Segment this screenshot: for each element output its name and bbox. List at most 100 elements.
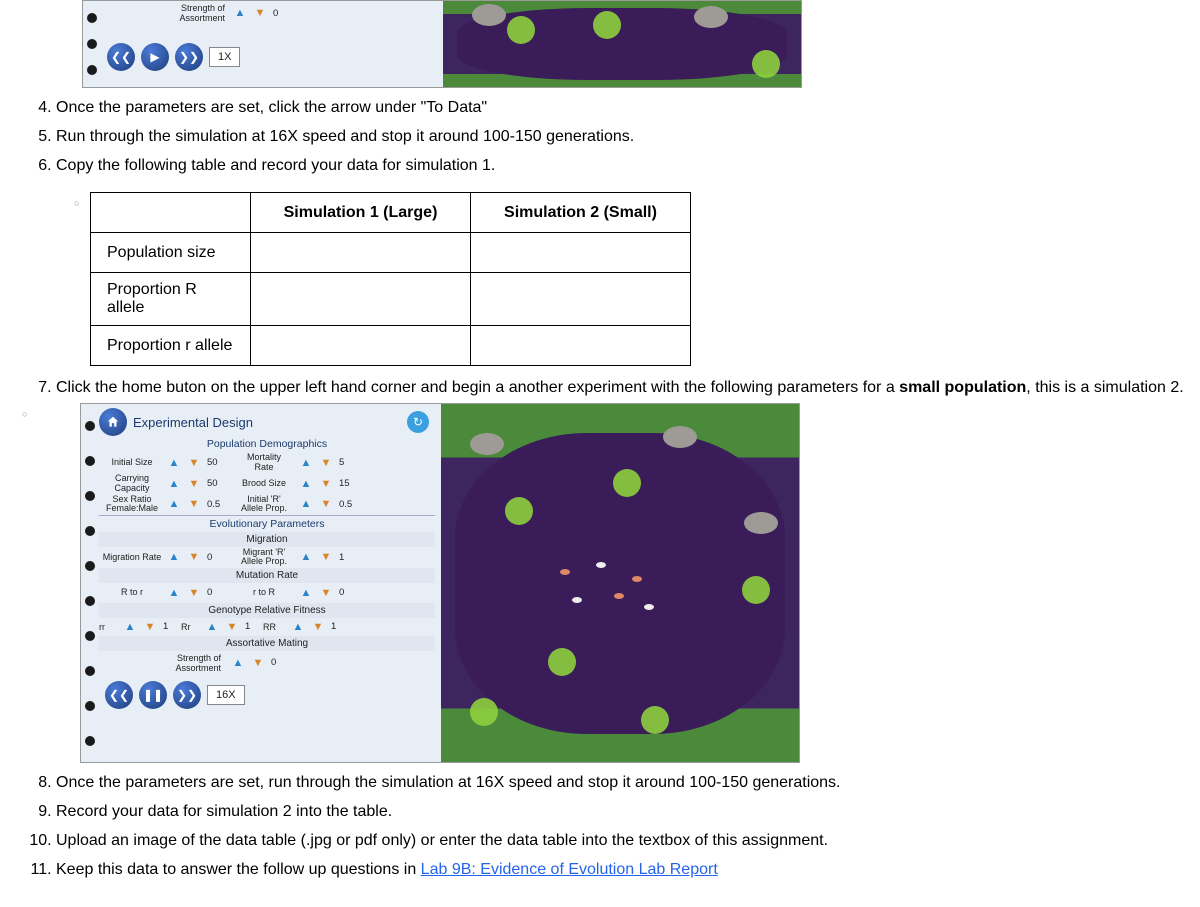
migrant-r-prop-label: Migrant 'R' Allele Prop. [231, 548, 297, 567]
arrow-up-icon[interactable]: ▲ [297, 548, 315, 566]
speed-indicator[interactable]: 16X [207, 685, 245, 705]
arrow-up-icon[interactable]: ▲ [165, 584, 183, 602]
arrow-up-icon[interactable]: ▲ [165, 475, 183, 493]
mortality-value: 5 [337, 457, 363, 468]
arrow-down-icon[interactable]: ▼ [317, 475, 335, 493]
arrow-down-icon[interactable]: ▼ [185, 584, 203, 602]
step-5: Run through the simulation at 16X speed … [56, 123, 1200, 152]
RR-value: 1 [329, 621, 349, 632]
table-cell[interactable] [251, 233, 471, 273]
table-cell[interactable] [251, 273, 471, 326]
rr-value: 1 [161, 621, 181, 632]
step-11: Keep this data to answer the follow up q… [56, 856, 1200, 885]
arrow-down-icon[interactable]: ▼ [185, 548, 203, 566]
Rr-value: 1 [243, 621, 263, 632]
table-header-sim2: Simulation 2 (Small) [471, 193, 691, 233]
section-demographics: Population Demographics [99, 436, 435, 452]
table-row-label: Population size [91, 233, 251, 273]
home-button[interactable] [99, 408, 127, 436]
lab-report-link[interactable]: Lab 9B: Evidence of Evolution Lab Report [421, 861, 718, 878]
Rr-label: Rr [181, 622, 203, 632]
decorative-dots [81, 404, 99, 762]
home-icon [106, 415, 120, 429]
section-migration: Migration [99, 532, 435, 547]
step-4: Once the parameters are set, click the a… [56, 94, 1200, 123]
arrow-up-icon[interactable]: ▲ [297, 454, 315, 472]
arrow-up-icon[interactable]: ▲ [297, 495, 315, 513]
carrying-capacity-value: 50 [205, 478, 231, 489]
arrow-down-icon[interactable]: ▼ [223, 618, 241, 636]
panel-title: Experimental Design [133, 415, 253, 430]
sex-ratio-value: 0.5 [205, 499, 231, 510]
arrow-down-icon[interactable]: ▼ [309, 618, 327, 636]
r-to-r-lower-label: R to r [99, 588, 165, 597]
arrow-up-icon[interactable]: ▲ [165, 548, 183, 566]
section-assortative: Assortative Mating [99, 636, 435, 651]
table-header-sim1: Simulation 1 (Large) [251, 193, 471, 233]
step-6: Copy the following table and record your… [56, 152, 1200, 181]
rewind-button[interactable]: ❮❮ [107, 43, 135, 71]
arrow-down-icon[interactable]: ▼ [185, 475, 203, 493]
step-8: Once the parameters are set, run through… [56, 769, 1200, 798]
arrow-up-icon[interactable]: ▲ [229, 654, 247, 672]
section-evolutionary: Evolutionary Parameters [99, 515, 435, 532]
migration-rate-label: Migration Rate [99, 553, 165, 562]
forward-button[interactable]: ❯❯ [175, 43, 203, 71]
arrow-up-icon[interactable]: ▲ [165, 454, 183, 472]
r-to-r-upper-label: r to R [231, 588, 297, 597]
speed-indicator[interactable]: 1X [209, 47, 240, 67]
arrow-down-icon[interactable]: ▼ [249, 654, 267, 672]
brood-size-value: 15 [337, 478, 363, 489]
brood-size-label: Brood Size [231, 479, 297, 488]
simulation-screenshot-2: Experimental Design ↻ Population Demogra… [80, 403, 800, 763]
arrow-up-icon[interactable]: ▲ [165, 495, 183, 513]
step-10: Upload an image of the data table (.jpg … [56, 827, 1200, 856]
RR-label: RR [263, 622, 289, 632]
arrow-up-icon[interactable]: ▲ [297, 584, 315, 602]
mortality-label: Mortality Rate [231, 453, 297, 472]
table-cell[interactable] [471, 233, 691, 273]
assortment-label: Strength of Assortment [99, 653, 229, 673]
arrow-down-icon[interactable]: ▼ [141, 618, 159, 636]
table-row-label: Proportion R allele [91, 273, 251, 326]
step-9: Record your data for simulation 2 into t… [56, 798, 1200, 827]
arrow-down-icon[interactable]: ▼ [317, 454, 335, 472]
rewind-button[interactable]: ❮❮ [105, 681, 133, 709]
arrow-up-icon[interactable]: ▲ [297, 475, 315, 493]
arrow-down-icon[interactable]: ▼ [317, 495, 335, 513]
forward-button[interactable]: ❯❯ [173, 681, 201, 709]
pond-visual [443, 1, 801, 87]
table-cell[interactable] [251, 326, 471, 366]
instruction-list: Once the parameters are set, click the a… [0, 94, 1200, 180]
play-button[interactable]: ▶ [141, 43, 169, 71]
arrow-down-icon[interactable]: ▼ [185, 454, 203, 472]
rr-label: rr [99, 622, 121, 632]
r-to-r-lower-value: 0 [205, 587, 231, 598]
initial-r-allele-value: 0.5 [337, 499, 363, 510]
table-blank-header [91, 193, 251, 233]
pond-visual [441, 404, 799, 762]
arrow-up-icon[interactable]: ▲ [203, 618, 221, 636]
r-to-r-upper-value: 0 [337, 587, 363, 598]
refresh-button[interactable]: ↻ [407, 411, 429, 433]
pause-button[interactable]: ❚❚ [139, 681, 167, 709]
table-row-label: Proportion r allele [91, 326, 251, 366]
arrow-up-icon[interactable]: ▲ [121, 618, 139, 636]
arrow-down-icon[interactable]: ▼ [185, 495, 203, 513]
arrow-down-icon[interactable]: ▼ [251, 4, 269, 22]
migrant-r-prop-value: 1 [337, 552, 363, 563]
arrow-up-icon[interactable]: ▲ [289, 618, 307, 636]
simulation-screenshot-1: Strength of Assortment ▲ ▼ 0 ❮❮ ▶ ❯❯ 1X … [82, 0, 802, 88]
table-cell[interactable] [471, 326, 691, 366]
table-cell[interactable] [471, 273, 691, 326]
arrow-down-icon[interactable]: ▼ [317, 584, 335, 602]
arrow-down-icon[interactable]: ▼ [317, 548, 335, 566]
assortment-value: 0 [271, 8, 301, 19]
step-7: Click the home buton on the upper left h… [56, 374, 1200, 403]
initial-r-allele-label: Initial 'R' Allele Prop. [231, 495, 297, 514]
instruction-list: Once the parameters are set, run through… [0, 769, 1200, 884]
instruction-list: Click the home buton on the upper left h… [0, 374, 1200, 403]
initial-size-label: Initial Size [99, 458, 165, 467]
initial-size-value: 50 [205, 457, 231, 468]
arrow-up-icon[interactable]: ▲ [231, 4, 249, 22]
